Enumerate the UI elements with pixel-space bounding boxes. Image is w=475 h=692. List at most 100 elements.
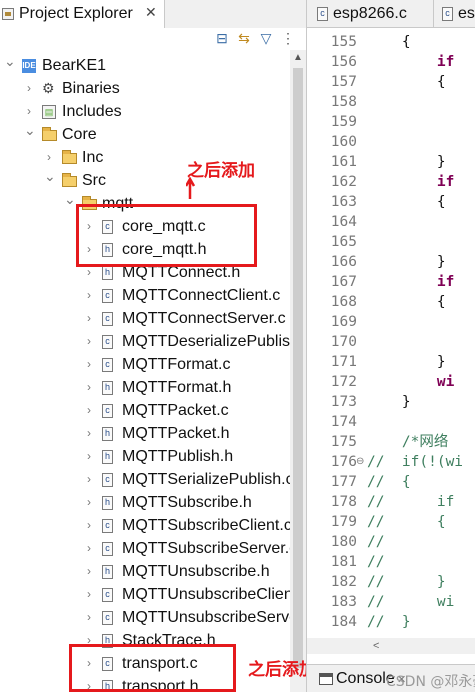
line-number: 169 <box>330 314 357 330</box>
c-file-icon: c <box>102 335 113 349</box>
line-number: 171 <box>330 354 357 370</box>
tree-item[interactable]: › c MQTTUnsubscribeServer.c <box>0 606 290 629</box>
tree-item[interactable]: › ▤ Includes <box>0 100 290 123</box>
line-number: 168 <box>330 294 357 310</box>
line-number: 181 <box>330 554 357 570</box>
code-line: if <box>436 174 455 190</box>
line-number: 156 <box>330 54 357 70</box>
tree-item[interactable]: ⌄ Core <box>0 122 290 146</box>
h-file-icon: h <box>102 381 113 395</box>
code-line: } <box>367 394 411 410</box>
line-number: 164 <box>330 214 357 230</box>
chevron-right-icon[interactable]: › <box>84 468 94 491</box>
chevron-right-icon[interactable]: › <box>84 330 94 353</box>
chevron-right-icon[interactable]: › <box>84 537 94 560</box>
chevron-right-icon[interactable]: › <box>84 307 94 330</box>
tree-item[interactable]: › h MQTTPublish.h <box>0 445 290 468</box>
tree-item[interactable]: › h MQTTFormat.h <box>0 376 290 399</box>
code-line: // { <box>367 514 446 530</box>
fold-toggle-icon[interactable]: ⊖ <box>356 456 364 467</box>
tab-label: esp8266.c <box>333 5 407 22</box>
folder-icon <box>62 150 77 164</box>
tree-item[interactable]: › c MQTTConnectClient.c <box>0 284 290 307</box>
tree-item[interactable]: › c MQTTFormat.c <box>0 353 290 376</box>
tree-item[interactable]: › c MQTTDeserializePublish.c <box>0 330 290 353</box>
filter-icon[interactable]: ▽ <box>258 30 274 46</box>
annotation-note-bottom: 之后添加 <box>248 660 306 680</box>
chevron-right-icon[interactable]: › <box>84 445 94 468</box>
chevron-right-icon[interactable]: › <box>84 399 94 422</box>
line-number: 170 <box>330 334 357 350</box>
chevron-down-icon[interactable]: ⌄ <box>44 165 56 188</box>
tree-item-label: MQTTUnsubscribeServer.c <box>122 609 290 626</box>
chevron-right-icon[interactable]: › <box>84 353 94 376</box>
chevron-right-icon[interactable]: › <box>84 491 94 514</box>
chevron-right-icon[interactable]: › <box>84 606 94 629</box>
tree-item[interactable]: ⌄ IDE BearKE1 <box>0 53 290 77</box>
tree-item-label: MQTTDeserializePublish.c <box>122 333 290 350</box>
chevron-down-icon[interactable]: ⌄ <box>4 50 16 73</box>
tree-item-label: MQTTUnsubscribeClient.c <box>122 586 290 603</box>
code-line: if <box>436 54 455 70</box>
tree-scrollbar[interactable]: ▲ <box>290 50 306 692</box>
line-number: 167 <box>330 274 357 290</box>
scroll-left-icon[interactable]: < <box>373 638 379 654</box>
tree-item[interactable]: › c MQTTSubscribeServer.c <box>0 537 290 560</box>
chevron-right-icon[interactable]: › <box>84 284 94 307</box>
code-line: // <box>367 554 385 570</box>
watermark: CSDN @邓永豪 <box>386 674 475 690</box>
console-tab[interactable]: Console ✕ CSDN @邓永豪 <box>307 664 475 692</box>
tree-item[interactable]: › c MQTTConnectServer.c <box>0 307 290 330</box>
c-file-icon: c <box>102 473 113 487</box>
chevron-down-icon[interactable]: ⌄ <box>64 188 76 211</box>
project-icon: IDE <box>22 59 36 73</box>
scrollbar-thumb[interactable] <box>293 68 303 668</box>
horizontal-scrollbar[interactable]: < <box>307 638 475 654</box>
tree-item[interactable]: › h MQTTPacket.h <box>0 422 290 445</box>
view-menu-icon[interactable]: ⋮ <box>280 30 296 46</box>
close-icon[interactable]: ✕ <box>145 4 157 21</box>
chevron-down-icon[interactable]: ⌄ <box>24 119 36 142</box>
tree-item[interactable]: › c MQTTPacket.c <box>0 399 290 422</box>
line-number-gutter: 155 156 157 158 159 160 161 162 163 164 165 166 167 1… <box>307 28 367 638</box>
chevron-right-icon[interactable]: › <box>84 376 94 399</box>
tree-item[interactable]: › c MQTTSerializePublish.c <box>0 468 290 491</box>
code-line: if <box>436 274 455 290</box>
line-number: 180 <box>330 534 357 550</box>
code-area[interactable]: { if { } if { } if { } wi } /*网络 // if(!(… <box>367 28 475 638</box>
tree-item[interactable]: › h MQTTUnsubscribe.h <box>0 560 290 583</box>
project-tree: ⌄ IDE BearKE1 › ⚙ Binaries › ▤ Includes ⌄ Core › Inc… <box>0 50 290 692</box>
c-file-icon: c <box>317 7 328 21</box>
project-explorer-tab[interactable]: Project Explorer ✕ <box>0 0 165 28</box>
tree-item[interactable]: › h MQTTSubscribe.h <box>0 491 290 514</box>
tree-item-label: MQTTPublish.h <box>122 448 234 465</box>
line-number: 175 <box>330 434 357 450</box>
chevron-right-icon[interactable]: › <box>84 514 94 537</box>
tree-item-label: MQTTUnsubscribe.h <box>122 563 270 580</box>
tree-item[interactable]: › c MQTTUnsubscribeClient.c <box>0 583 290 606</box>
tab-esp[interactable]: c esp <box>433 0 475 28</box>
chevron-right-icon[interactable]: › <box>84 583 94 606</box>
folder-icon <box>42 127 57 141</box>
tree-item[interactable]: › ⚙ Binaries <box>0 77 290 100</box>
project-explorer-title: Project Explorer <box>19 5 133 22</box>
tree-item-label: MQTTSerializePublish.c <box>122 471 290 488</box>
binaries-icon: ⚙ <box>42 80 55 96</box>
collapse-all-icon[interactable]: ⊟ <box>214 30 230 46</box>
highlight-box-core-mqtt <box>76 204 257 267</box>
explorer-toolbar: ⊟ ⇆ ▽ ⋮ <box>200 30 306 50</box>
tree-item-label: MQTTConnectServer.c <box>122 310 286 327</box>
chevron-right-icon[interactable]: › <box>84 422 94 445</box>
scroll-up-icon[interactable]: ▲ <box>293 52 303 63</box>
tree-item-label: Core <box>62 126 97 143</box>
code-line: } <box>367 354 446 370</box>
editor-tabs: c esp8266.c c esp <box>307 0 475 28</box>
chevron-right-icon[interactable]: › <box>24 77 34 100</box>
line-number: 159 <box>330 114 357 130</box>
tree-item[interactable]: › c MQTTSubscribeClient.c <box>0 514 290 537</box>
link-with-editor-icon[interactable]: ⇆ <box>236 30 252 46</box>
tree-item-label: MQTTFormat.h <box>122 379 232 396</box>
line-number: 177 <box>330 474 357 490</box>
code-line: // } <box>367 614 411 630</box>
chevron-right-icon[interactable]: › <box>84 560 94 583</box>
